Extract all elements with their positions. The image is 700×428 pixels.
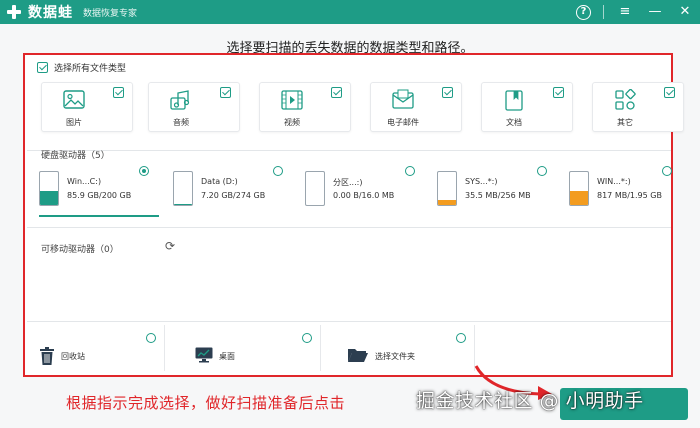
desktop-icon <box>195 347 213 363</box>
file-type-image[interactable]: 图片 <box>41 82 133 132</box>
drive-radio[interactable] <box>537 166 547 176</box>
select-all-checkbox[interactable]: 选择所有文件类型 <box>37 61 126 74</box>
app-subtitle: 数据恢复专家 <box>83 8 138 19</box>
drive-name: Data (D:) <box>201 177 238 186</box>
location-recycle-bin[interactable]: 回收站 <box>27 325 165 371</box>
music-icon <box>170 90 190 110</box>
location-select-folder[interactable]: 选择文件夹 <box>337 325 475 371</box>
drive-icon <box>569 171 589 206</box>
help-icon[interactable]: ? <box>576 4 591 20</box>
refresh-icon[interactable]: ⟳ <box>165 239 175 253</box>
email-icon <box>392 89 414 109</box>
drive-name: Win...C:) <box>67 177 102 186</box>
file-type-other[interactable]: 其它 <box>592 82 684 132</box>
divider <box>27 321 671 322</box>
drive-name: SYS...*:) <box>465 177 498 186</box>
app-logo: 数据蛙 数据恢复专家 <box>6 2 137 22</box>
window-controls: ? ≡ — ✕ <box>576 0 694 24</box>
drive-size: 817 MB/1.95 GB <box>597 191 662 200</box>
location-desktop[interactable]: 桌面 <box>183 325 321 371</box>
app-name: 数据蛙 <box>28 5 73 21</box>
checkbox-checked-icon[interactable] <box>442 87 453 98</box>
image-icon <box>63 90 85 109</box>
hard-drives-title: 硬盘驱动器（5） <box>41 151 110 161</box>
plus-logo-icon <box>6 4 22 20</box>
select-all-label: 选择所有文件类型 <box>54 64 127 74</box>
drive-size: 85.9 GB/200 GB <box>67 191 132 200</box>
file-type-video[interactable]: 视频 <box>259 82 351 132</box>
file-type-label: 电子邮件 <box>387 118 419 127</box>
hard-drive-list: Win...C:) 85.9 GB/200 GB Data (D:) 7.20 … <box>39 166 672 217</box>
checkbox-checked-icon[interactable] <box>331 87 342 98</box>
checkbox-checked-icon[interactable] <box>664 87 675 98</box>
location-label: 回收站 <box>61 352 85 361</box>
file-type-label: 视频 <box>284 118 300 127</box>
drive-name: 分区...:) <box>333 178 363 187</box>
drive-radio[interactable] <box>405 166 415 176</box>
location-radio[interactable] <box>302 333 312 343</box>
trash-icon <box>40 347 54 365</box>
drive-size: 0.00 B/16.0 MB <box>333 191 395 200</box>
drive-radio[interactable] <box>662 166 672 176</box>
removable-drives-title: 可移动驱动器（0） <box>41 245 119 255</box>
checkbox-checked-icon <box>37 62 48 73</box>
drive-icon <box>173 171 193 206</box>
location-list: 回收站 桌面 选择文件夹 <box>27 325 671 375</box>
annotation-text: 根据指示完成选择，做好扫描准备后点击 <box>66 394 346 412</box>
drive-icon <box>39 171 59 206</box>
divider <box>603 5 604 19</box>
file-type-email[interactable]: 电子邮件 <box>370 82 462 132</box>
other-icon <box>615 89 636 110</box>
file-type-audio[interactable]: 音频 <box>148 82 240 132</box>
drive-sys[interactable]: SYS...*:) 35.5 MB/256 MB <box>437 166 555 213</box>
drive-d[interactable]: Data (D:) 7.20 GB/274 GB <box>173 166 291 213</box>
drive-radio[interactable] <box>273 166 283 176</box>
file-type-label: 其它 <box>617 118 633 127</box>
checkbox-checked-icon[interactable] <box>553 87 564 98</box>
drive-icon <box>305 171 325 206</box>
location-radio[interactable] <box>456 333 466 343</box>
drive-c[interactable]: Win...C:) 85.9 GB/200 GB <box>39 166 159 217</box>
document-icon <box>505 90 523 111</box>
title-bar: 数据蛙 数据恢复专家 ? ≡ — ✕ <box>0 0 700 24</box>
checkbox-checked-icon[interactable] <box>113 87 124 98</box>
minimize-button[interactable]: — <box>646 0 664 24</box>
watermark: 掘金技术社区 @ 小明助手 <box>416 390 644 412</box>
drive-size: 7.20 GB/274 GB <box>201 191 266 200</box>
checkbox-checked-icon[interactable] <box>220 87 231 98</box>
location-radio[interactable] <box>146 333 156 343</box>
drive-size: 35.5 MB/256 MB <box>465 191 531 200</box>
video-icon <box>281 90 303 110</box>
drive-name: WIN...*:) <box>597 177 631 186</box>
file-type-label: 文档 <box>506 118 522 127</box>
drive-radio[interactable] <box>139 166 149 176</box>
drive-win[interactable]: WIN...*:) 817 MB/1.95 GB <box>569 166 687 213</box>
file-type-label: 图片 <box>66 118 82 127</box>
file-type-list: 图片 音频 视频 电子邮件 文档 其它 <box>41 82 684 134</box>
location-label: 选择文件夹 <box>375 352 415 361</box>
selection-panel: 选择所有文件类型 图片 音频 视频 电子邮件 文档 其它 硬盘驱动器（5） Wi… <box>23 53 684 377</box>
divider <box>27 150 671 151</box>
drive-partition[interactable]: 分区...:) 0.00 B/16.0 MB <box>305 166 423 213</box>
folder-icon <box>348 349 368 362</box>
drive-icon <box>437 171 457 206</box>
file-type-document[interactable]: 文档 <box>481 82 573 132</box>
location-label: 桌面 <box>219 352 235 361</box>
close-button[interactable]: ✕ <box>676 0 694 24</box>
file-type-label: 音频 <box>173 118 189 127</box>
divider <box>27 227 671 228</box>
menu-icon[interactable]: ≡ <box>616 0 634 24</box>
